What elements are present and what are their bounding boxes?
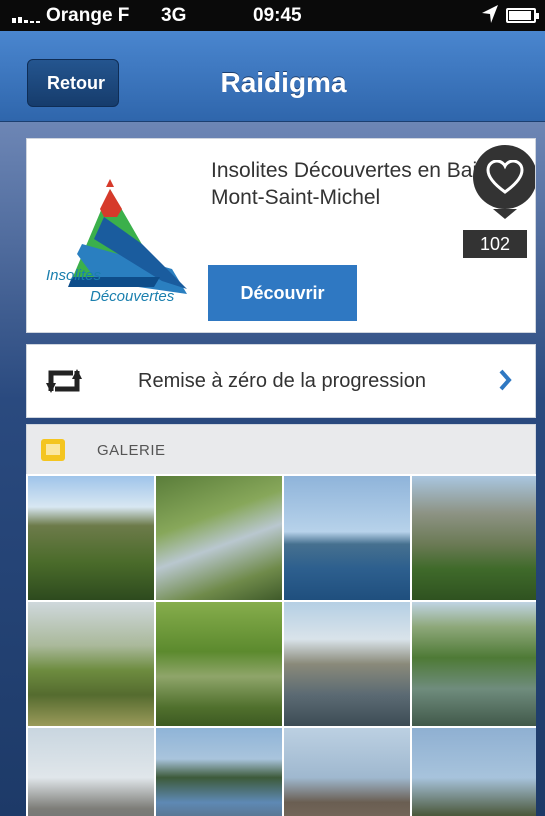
clock: 09:45	[253, 5, 302, 26]
battery-icon	[506, 8, 539, 23]
photo-thumbnail[interactable]	[156, 728, 282, 816]
reset-label: Remise à zéro de la progression	[138, 370, 426, 392]
photo-thumbnail[interactable]	[28, 602, 154, 726]
like-button[interactable]	[473, 145, 535, 209]
page-title: Raidigma	[220, 67, 347, 98]
status-bar: Orange F 3G 09:45	[0, 0, 545, 31]
carrier-name: Orange F	[46, 5, 130, 26]
photo-thumbnail[interactable]	[28, 476, 154, 600]
photo-thumbnail[interactable]	[412, 476, 536, 600]
logo-text: Insolites	[46, 267, 102, 284]
photo-thumbnail[interactable]	[284, 476, 410, 600]
gallery-icon	[41, 439, 65, 461]
like-pointer	[493, 209, 517, 219]
photo-thumbnail[interactable]	[156, 476, 282, 600]
photo-grid	[26, 474, 536, 816]
course-card: Insolites Découvertes Insolites Découver…	[26, 138, 536, 333]
discover-button[interactable]: Découvrir	[208, 265, 357, 321]
chevron-right-icon	[498, 369, 512, 396]
logo-text: Découvertes	[90, 288, 175, 305]
photo-thumbnail[interactable]	[284, 728, 410, 816]
location-arrow-icon	[481, 4, 499, 30]
photo-thumbnail[interactable]	[412, 602, 536, 726]
photo-thumbnail[interactable]	[28, 728, 154, 816]
like-count: 102	[463, 230, 527, 258]
gallery-header: GALERIE	[26, 424, 536, 476]
navigation-bar: Retour Raidigma	[0, 31, 545, 122]
photo-thumbnail[interactable]	[156, 602, 282, 726]
photo-thumbnail[interactable]	[284, 602, 410, 726]
photo-thumbnail[interactable]	[412, 728, 536, 816]
gallery-title: GALERIE	[97, 442, 166, 459]
network-type: 3G	[161, 5, 187, 26]
content-area: Insolites Découvertes Insolites Découver…	[0, 122, 545, 816]
heart-icon	[486, 160, 524, 194]
reset-progress-row[interactable]: Remise à zéro de la progression	[26, 344, 536, 418]
